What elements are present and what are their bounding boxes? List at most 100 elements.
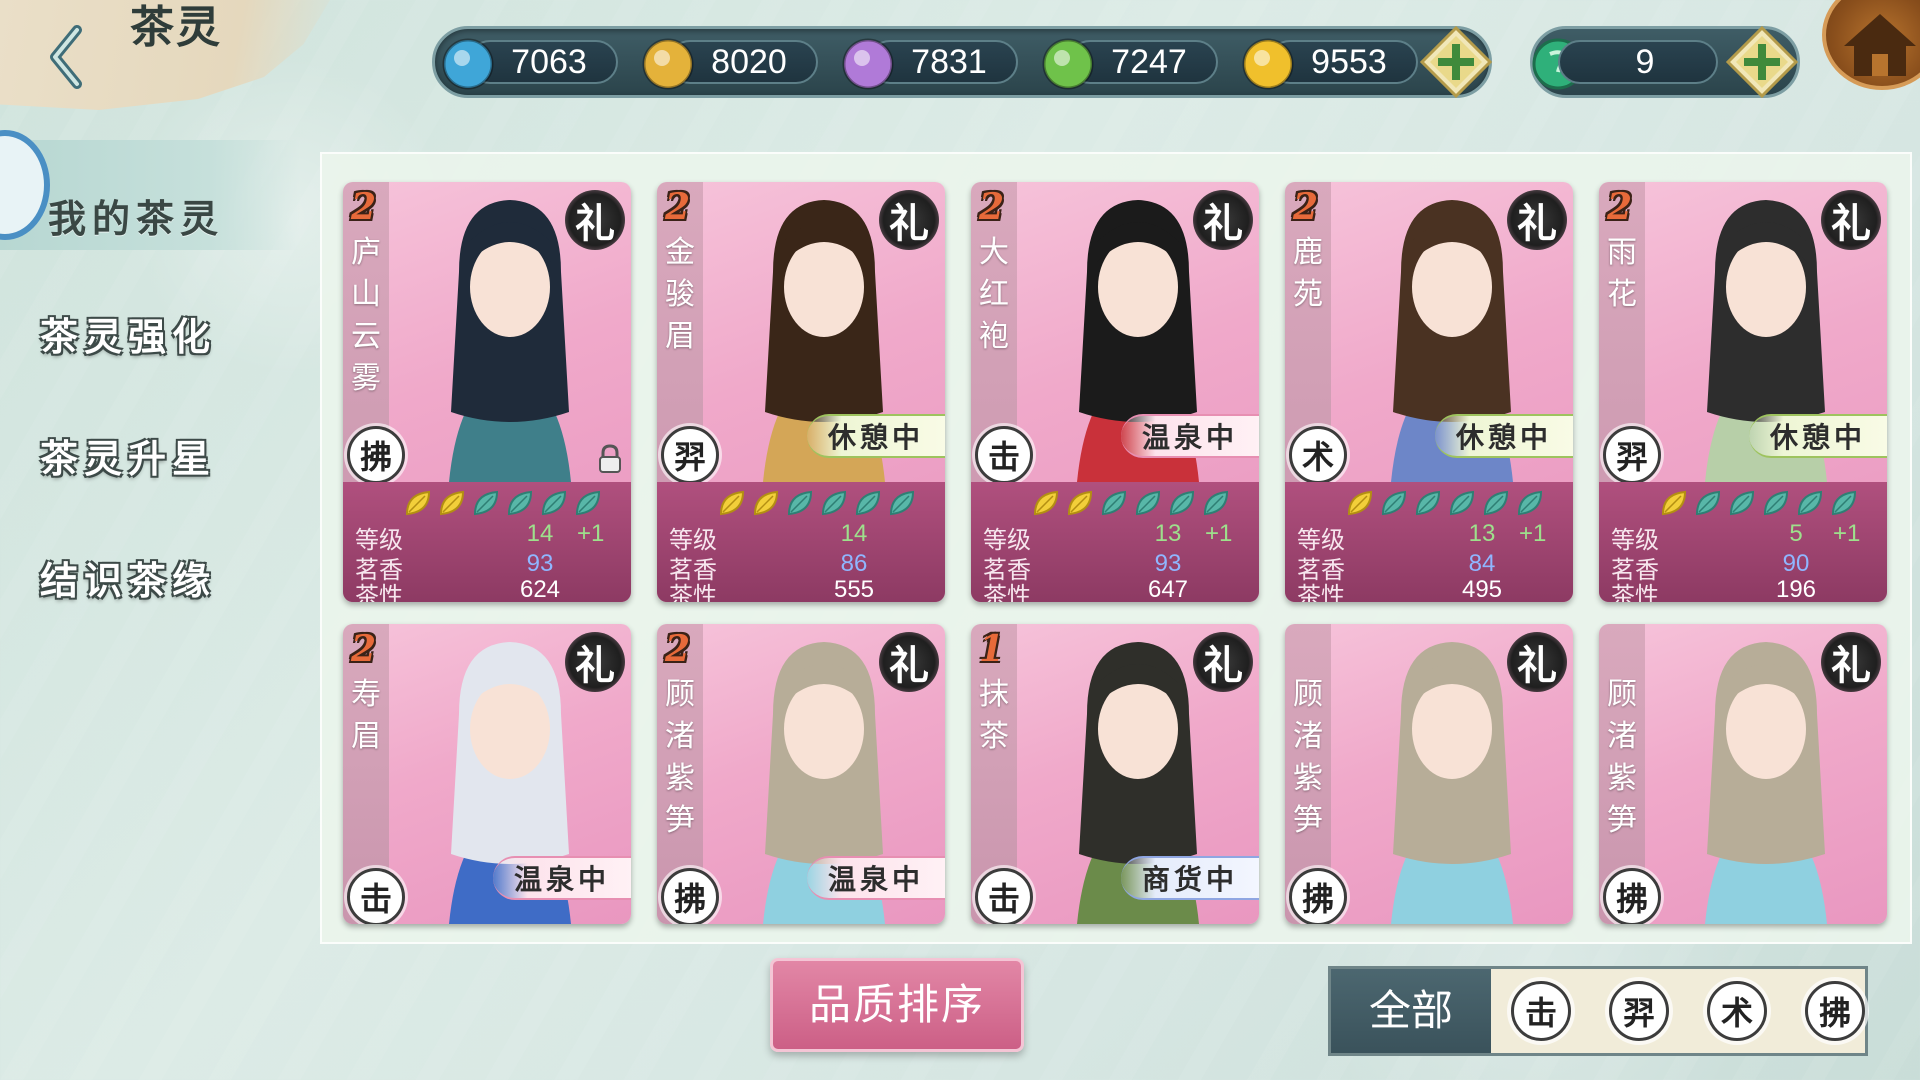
rank-badge: 2 — [1607, 186, 1633, 228]
star-leaf-row — [717, 488, 917, 520]
teal-leaf-icon — [1135, 490, 1161, 516]
tea-spirit-card[interactable]: 2 鹿苑礼术休憩中 等级 13 +1 茗香 84 茶性 495 — [1285, 182, 1573, 602]
gift-tag-icon: 礼 — [1507, 632, 1567, 692]
tea-spirit-card[interactable]: 1 抹茶 礼击 商货中 — [971, 624, 1259, 924]
gift-tag-icon: 礼 — [879, 190, 939, 250]
page-title: 茶灵 — [130, 2, 222, 53]
gold-leaf-icon — [1033, 490, 1059, 516]
gold-gem-counter: 8020 — [640, 36, 820, 90]
level-bonus: +1 — [1205, 520, 1233, 547]
status-badge: 商货中 — [1121, 856, 1259, 900]
character-name: 大红袍 — [979, 235, 1009, 354]
class-badge: 击 — [975, 426, 1033, 484]
character-name: 抹茶 — [979, 677, 1009, 754]
tea-spirit-card[interactable]: 2 寿眉 礼击 温泉中 — [343, 624, 631, 924]
gold-leaf-icon — [1661, 490, 1687, 516]
status-badge: 温泉中 — [807, 856, 945, 900]
filter-mage-button[interactable]: 术 — [1707, 981, 1767, 1041]
level-row: 等级 13 +1 — [1297, 520, 1567, 554]
class-badge: 术 — [1289, 426, 1347, 484]
teal-leaf-icon — [507, 490, 533, 516]
filter-support-button[interactable]: 拂 — [1805, 981, 1865, 1041]
tea-spirit-card[interactable]: 顾渚紫笋 礼拂 — [1599, 624, 1887, 924]
star-leaf-row — [1659, 488, 1859, 520]
quality-sort-button[interactable]: 品质排序 — [770, 958, 1024, 1052]
gold-coin-counter: 9553 — [1240, 36, 1420, 90]
teal-leaf-icon — [855, 490, 881, 516]
menu-meet-tea-fate[interactable]: 结识茶缘 — [40, 550, 260, 610]
class-badge: 羿 — [661, 426, 719, 484]
level-bonus: +1 — [1519, 520, 1547, 547]
rank-badge: 2 — [979, 186, 1005, 228]
teal-leaf-icon — [787, 490, 813, 516]
menu-my-tea-spirits[interactable]: 我的茶灵 — [48, 188, 268, 248]
tea-spirit-card[interactable]: 2 顾渚紫笋 礼拂 温泉中 — [657, 624, 945, 924]
nature-row: 茶性 624 — [355, 576, 625, 602]
gift-tag-icon: 礼 — [1193, 190, 1253, 250]
stats-panel: 等级 5 +1 茗香 90 茶性 196 — [1599, 482, 1887, 602]
plus-icon — [1725, 25, 1799, 99]
gold-leaf-icon — [719, 490, 745, 516]
nature-row: 茶性 555 — [669, 576, 939, 602]
status-badge: 休憩中 — [807, 414, 945, 458]
class-badge: 拂 — [1289, 868, 1347, 924]
gift-tag-icon: 礼 — [565, 632, 625, 692]
nature-label: 茶性 — [669, 583, 717, 602]
green-gem-value: 7247 — [1111, 43, 1187, 81]
nature-label: 茶性 — [1297, 583, 1345, 602]
character-name: 鹿苑 — [1293, 235, 1323, 312]
nature-label: 茶性 — [355, 583, 403, 602]
nature-value: 495 — [1461, 576, 1503, 602]
gift-tag-icon: 礼 — [1821, 190, 1881, 250]
gold-gem-value: 8020 — [711, 43, 787, 81]
status-badge: 休憩中 — [1749, 414, 1887, 458]
class-badge: 拂 — [661, 868, 719, 924]
level-bonus: +1 — [577, 520, 605, 547]
status-badge: 温泉中 — [493, 856, 631, 900]
tea-spirit-card[interactable]: 2 金骏眉礼羿休憩中 等级 14 茗香 86 茶性 555 — [657, 182, 945, 602]
character-name: 寿眉 — [351, 677, 381, 754]
chevron-left-icon — [50, 25, 82, 89]
lock-icon[interactable] — [597, 444, 623, 474]
home-icon — [1844, 14, 1916, 76]
tea-spirit-card[interactable]: 2 庐山云雾礼拂等级 14 +1 茗香 93 茶性 624 — [343, 182, 631, 602]
class-badge: 羿 — [1603, 426, 1661, 484]
teal-leaf-icon — [889, 490, 915, 516]
teal-leaf-icon — [1101, 490, 1127, 516]
gift-tag-icon: 礼 — [565, 190, 625, 250]
teal-leaf-icon — [1169, 490, 1195, 516]
tea-seed-counter: 9 — [1530, 36, 1730, 90]
add-resource-button[interactable] — [1419, 25, 1493, 99]
character-name: 顾渚紫笋 — [1607, 677, 1637, 838]
tea-spirit-card[interactable]: 2 雨花 礼羿 休憩中等级 5 +1 茗香 90 茶性 196 — [1599, 182, 1887, 602]
add-tea-seed-button[interactable] — [1725, 25, 1799, 99]
star-leaf-row — [1031, 488, 1231, 520]
level-value: 14 — [526, 520, 554, 547]
stats-panel: 等级 14 茗香 86 茶性 555 — [657, 482, 945, 602]
teal-leaf-icon — [1449, 490, 1475, 516]
level-value: 5 — [1789, 520, 1803, 547]
menu-tea-spirit-star-up[interactable]: 茶灵升星 — [40, 428, 260, 488]
character-name: 顾渚紫笋 — [1293, 677, 1323, 838]
tea-spirit-card[interactable]: 2 大红袍礼击温泉中 等级 13 +1 茗香 93 茶性 647 — [971, 182, 1259, 602]
filter-strike-button[interactable]: 击 — [1511, 981, 1571, 1041]
filter-archer-button[interactable]: 羿 — [1609, 981, 1669, 1041]
status-badge: 温泉中 — [1121, 414, 1259, 458]
gift-tag-icon: 礼 — [1507, 190, 1567, 250]
gold-leaf-icon — [439, 490, 465, 516]
menu-tea-spirit-enhance[interactable]: 茶灵强化 — [40, 306, 260, 366]
star-leaf-row — [1345, 488, 1545, 520]
class-badge: 击 — [347, 868, 405, 924]
nature-label: 茶性 — [1611, 583, 1659, 602]
level-row: 等级 5 +1 — [1611, 520, 1881, 554]
filter-all-button[interactable]: 全部 — [1331, 969, 1491, 1053]
gold-leaf-icon — [405, 490, 431, 516]
plus-icon — [1419, 25, 1493, 99]
class-filter-bar: 全部 击 羿 术 拂 — [1328, 966, 1868, 1056]
back-button[interactable] — [40, 22, 90, 92]
gold-leaf-icon — [1067, 490, 1093, 516]
character-name: 雨花 — [1607, 235, 1637, 312]
teal-leaf-icon — [1381, 490, 1407, 516]
gift-tag-icon: 礼 — [1193, 632, 1253, 692]
tea-spirit-card[interactable]: 顾渚紫笋 礼拂 — [1285, 624, 1573, 924]
